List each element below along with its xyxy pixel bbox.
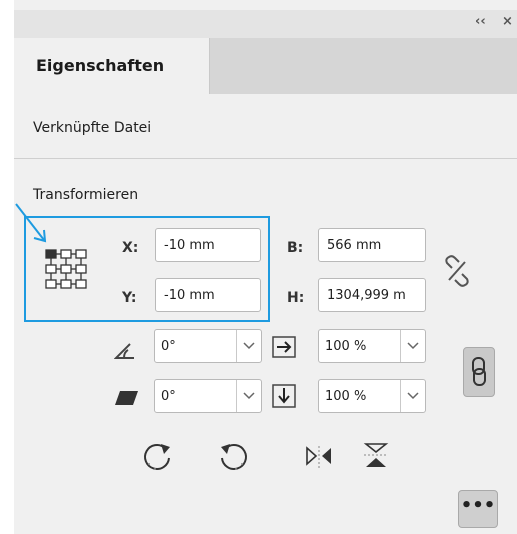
y-label: Y:	[122, 290, 137, 306]
shear-value: 0°	[161, 389, 176, 404]
height-field[interactable]	[318, 278, 426, 312]
constrain-proportions-button[interactable]	[463, 347, 495, 397]
section-divider	[14, 158, 517, 159]
rotate-angle-icon	[114, 343, 134, 359]
shear-combo[interactable]: 0°	[154, 379, 262, 413]
x-position-field[interactable]	[155, 228, 261, 262]
rotation-combo[interactable]: 0°	[154, 329, 262, 363]
rotation-value: 0°	[161, 339, 176, 354]
scale-y-combo[interactable]: 100 %	[318, 379, 426, 413]
unlinked-chain-icon[interactable]	[443, 254, 471, 288]
rotate-clockwise-icon[interactable]	[141, 440, 175, 474]
rotate-counterclockwise-icon[interactable]	[216, 440, 250, 474]
scale-x-combo[interactable]: 100 %	[318, 329, 426, 363]
tab-eigenschaften[interactable]: Eigenschaften	[14, 38, 210, 94]
chevron-down-icon[interactable]	[236, 330, 261, 362]
close-button[interactable]: ×	[502, 14, 513, 29]
collapse-button[interactable]: ‹‹	[475, 14, 486, 29]
x-label: X:	[122, 240, 139, 256]
reference-point-icon[interactable]	[44, 248, 96, 300]
shear-icon	[115, 391, 138, 405]
linked-file-title: Verknüpfte Datei	[33, 120, 152, 136]
width-label: B:	[287, 240, 304, 256]
panel-titlebar	[14, 10, 517, 39]
more-options-button[interactable]: •••	[458, 490, 498, 528]
tab-label: Eigenschaften	[36, 56, 165, 75]
width-field[interactable]	[318, 228, 426, 262]
chevron-down-icon[interactable]	[400, 330, 425, 362]
flip-horizontal-icon[interactable]	[305, 444, 333, 470]
scale-y-icon	[272, 384, 296, 408]
scale-x-value: 100 %	[325, 339, 367, 354]
y-position-field[interactable]	[155, 278, 261, 312]
scale-y-value: 100 %	[325, 389, 367, 404]
chain-link-icon	[472, 357, 486, 386]
height-label: H:	[287, 290, 305, 306]
chevron-down-icon[interactable]	[400, 380, 425, 412]
flip-vertical-icon[interactable]	[362, 440, 392, 470]
chevron-down-icon[interactable]	[236, 380, 261, 412]
scale-x-icon	[272, 336, 296, 358]
